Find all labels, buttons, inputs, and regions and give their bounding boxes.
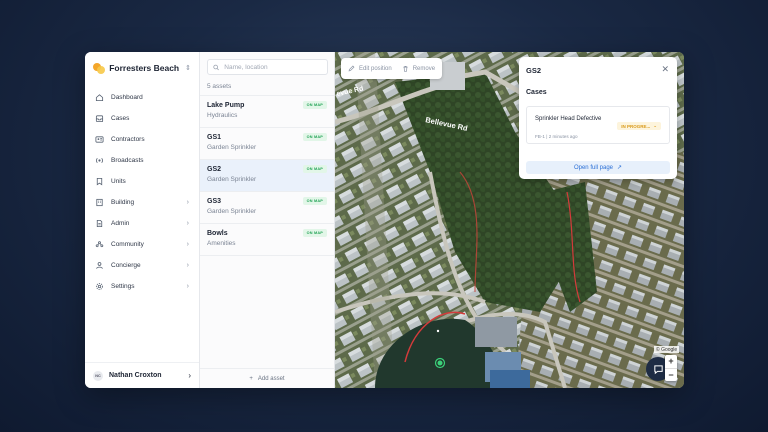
chevron-right-icon: › [186,262,189,269]
chevron-right-icon: › [186,283,189,290]
sidebar-item-concierge[interactable]: Concierge › [85,255,199,276]
search-input[interactable] [224,63,322,71]
sidebar-item-label: Settings [111,283,135,290]
add-asset-button[interactable]: + Add asset [200,368,334,388]
sidebar-item-contractors[interactable]: Contractors [85,129,199,150]
sidebar-item-building[interactable]: Building › [85,192,199,213]
chevron-right-icon: › [186,199,189,206]
external-link-icon: ↗ [617,165,623,171]
pencil-icon [348,65,355,72]
add-asset-label: Add asset [257,375,285,382]
asset-list-item[interactable]: GS1 Garden Sprinkler ON MAP [200,127,334,159]
edit-position-button[interactable]: Edit position [348,65,392,72]
sidebar-item-units[interactable]: Units [85,171,199,192]
map-attribution: © Google [654,346,680,353]
open-full-page-button[interactable]: Open full page ↗ [526,161,670,174]
person-icon [96,262,103,269]
zoom-control: + − [665,355,677,381]
user-menu[interactable]: NC Nathan Croxton › [85,362,199,388]
asset-list-item[interactable]: GS3 Garden Sprinkler ON MAP [200,191,334,223]
community-icon [95,241,104,248]
case-meta: FB-1 | 2 minutes ago [535,134,578,139]
contact-card-icon [95,136,104,143]
sidebar-item-label: Concierge [111,262,141,269]
chevron-down-icon: ⌄ [653,123,657,128]
sidebar-item-label: Units [111,178,126,185]
remove-label: Remove [412,65,436,72]
cases-heading: Cases [526,89,547,96]
avatar: NC [93,370,103,381]
sidebar-item-broadcasts[interactable]: Broadcasts [85,150,199,171]
org-logo [93,62,105,74]
map-view[interactable]: evue Rd Bellevue Rd Edit position Remove… [335,52,684,388]
zoom-in-button[interactable]: + [665,355,677,369]
org-switcher[interactable]: Forresters Beach ⇕ [85,52,199,84]
panel-title: GS2 [526,66,542,75]
asset-type: Hydraulics [207,112,238,119]
sidebar-nav: Dashboard Cases Contractors Broadcasts Units… [85,84,199,362]
chevron-right-icon: › [188,371,191,380]
asset-list: Lake Pump Hydraulics ON MAP GS1 Garden Sprin… [200,95,334,368]
user-name: Nathan Croxton [109,372,162,379]
map-toolbar: Edit position Remove [341,58,443,79]
sidebar-item-dashboard[interactable]: Dashboard [85,87,199,108]
asset-detail-panel: GS2 ✕ Cases Sprinkler Head Defective FB-… [519,57,677,179]
document-icon [96,219,103,228]
on-map-badge: ON MAP [302,133,327,141]
asset-list-item[interactable]: Lake Pump Hydraulics ON MAP [200,95,334,127]
status-badge[interactable]: IN PROGRE... ⌄ [617,122,661,130]
bookmark-icon [96,177,103,186]
close-icon[interactable]: ✕ [661,64,669,75]
on-map-badge: ON MAP [302,101,327,109]
org-name: Forresters Beach [109,63,180,73]
edit-position-label: Edit position [359,65,392,72]
sidebar-item-community[interactable]: Community › [85,234,199,255]
sidebar-item-label: Contractors [111,136,145,143]
sidebar-item-label: Cases [111,115,130,122]
chevron-right-icon: › [186,220,189,227]
gear-icon [96,283,103,290]
app-window: Forresters Beach ⇕ Dashboard Cases Contrac… [85,52,684,388]
trash-icon [403,66,408,72]
on-map-badge: ON MAP [302,229,327,237]
asset-count: 5 assets [207,83,232,90]
remove-button[interactable]: Remove [402,65,435,72]
building-icon [96,198,103,207]
asset-type: Garden Sprinkler [207,176,257,183]
chevron-right-icon: › [186,241,189,248]
on-map-badge: ON MAP [302,197,327,205]
asset-list-item[interactable]: Bowls Amenities ON MAP [200,223,334,255]
asset-type: Garden Sprinkler [207,144,257,151]
asset-type: Amenities [207,240,236,247]
search-box[interactable] [207,59,328,75]
sidebar-item-label: Community [111,241,144,248]
status-label: IN PROGRE... [621,123,651,129]
search-icon [213,64,219,70]
asset-type: Garden Sprinkler [207,208,257,215]
zoom-out-button[interactable]: − [665,369,677,382]
sidebar-item-label: Dashboard [111,94,143,101]
list-divider [200,255,334,256]
sidebar-item-admin[interactable]: Admin › [85,213,199,234]
plus-icon: + [249,375,253,382]
sidebar-item-label: Building [111,199,135,206]
broadcast-icon [96,158,103,163]
chat-icon [653,364,663,374]
inbox-icon [95,115,104,123]
case-title: Sprinkler Head Defective [535,116,602,122]
asset-list-panel: 5 assets Lake PumpHydraulicsON MAPGS1Gar… [200,52,335,388]
on-map-badge: ON MAP [302,165,327,173]
sidebar: Forresters Beach ⇕ Dashboard Cases Contrac… [85,52,200,388]
case-card[interactable]: Sprinkler Head Defective FB-1 | 2 minute… [526,106,670,144]
open-full-page-label: Open full page [573,164,613,171]
asset-list-item[interactable]: GS2 Garden Sprinkler ON MAP [200,159,334,191]
chevron-updown-icon: ⇕ [185,65,191,72]
sidebar-item-cases[interactable]: Cases [85,108,199,129]
sidebar-item-settings[interactable]: Settings › [85,276,199,297]
sidebar-item-label: Admin [111,220,130,227]
home-icon [95,94,104,102]
sidebar-item-label: Broadcasts [111,157,144,164]
